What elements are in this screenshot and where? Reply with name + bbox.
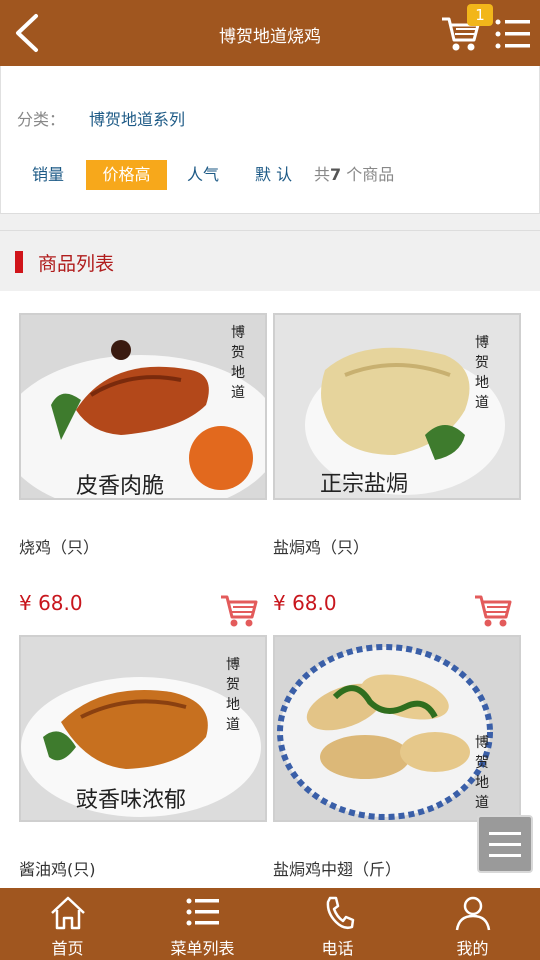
- section-header: 商品列表: [0, 230, 540, 290]
- svg-text:道: 道: [226, 717, 240, 733]
- shopping-cart-icon: [221, 595, 258, 627]
- svg-text:贺: 贺: [475, 355, 489, 371]
- section-marker: [15, 251, 23, 273]
- svg-text:博: 博: [226, 656, 240, 673]
- svg-text:豉香味浓郁: 豉香味浓郁: [76, 788, 186, 813]
- roast-chicken-photo: 博 贺 地 道 皮香肉脆: [21, 315, 265, 498]
- svg-text:博: 博: [231, 324, 245, 341]
- section-title: 商品列表: [38, 253, 115, 275]
- shopping-cart-icon: [475, 595, 512, 627]
- product-name[interactable]: 酱油鸡(只): [19, 856, 96, 880]
- tab-menu-list[interactable]: 菜单列表: [135, 888, 270, 960]
- svg-text:地: 地: [475, 775, 489, 791]
- tab-phone[interactable]: 电话: [270, 888, 405, 960]
- hamburger-icon: [489, 832, 521, 857]
- product-price: ¥ 68.0: [273, 591, 337, 615]
- tab-home[interactable]: 首页: [0, 888, 135, 960]
- bottom-nav: 首页 菜单列表 电话 我的: [0, 888, 540, 960]
- phone-icon: [326, 896, 355, 930]
- add-to-cart-button[interactable]: [473, 593, 515, 629]
- product-name[interactable]: 盐焗鸡中翅（斤）: [273, 856, 401, 880]
- svg-text:道: 道: [231, 385, 245, 401]
- tab-label: 首页: [51, 939, 84, 958]
- category-label: 分类：: [17, 110, 66, 129]
- user-icon: [455, 896, 491, 931]
- svg-text:贺: 贺: [226, 677, 240, 693]
- svg-text:道: 道: [475, 395, 489, 411]
- sort-by-popularity[interactable]: 人气: [187, 160, 219, 190]
- product-name[interactable]: 烧鸡（只）: [19, 534, 99, 558]
- sort-by-sales[interactable]: 销量: [32, 160, 64, 190]
- svg-text:博: 博: [475, 334, 489, 351]
- top-bar: 博贺地道烧鸡 1: [0, 0, 540, 66]
- tab-label: 我的: [456, 939, 489, 958]
- home-icon: [51, 896, 85, 930]
- sort-by-price[interactable]: 价格高: [86, 160, 167, 190]
- list-icon: [186, 898, 219, 926]
- category-link[interactable]: 博贺地道系列: [89, 106, 185, 130]
- product-image[interactable]: 博 贺 地 道: [273, 635, 521, 822]
- add-to-cart-button[interactable]: [219, 593, 261, 629]
- floating-menu-button[interactable]: [477, 815, 533, 873]
- product-list: 博 贺 地 道 皮香肉脆 烧鸡（只） ¥ 68.0 博 贺 地 道 正宗盐焗 盐…: [0, 291, 540, 888]
- soy-sauce-chicken-photo: 博 贺 地 道 豉香味浓郁: [21, 637, 265, 820]
- svg-text:道: 道: [475, 795, 489, 811]
- svg-text:地: 地: [231, 365, 245, 381]
- chicken-wings-photo: 博 贺 地 道: [275, 637, 519, 820]
- svg-text:贺: 贺: [231, 345, 245, 361]
- svg-text:博: 博: [475, 734, 489, 751]
- tab-label: 电话: [321, 939, 354, 958]
- list-menu-icon: [495, 19, 530, 49]
- cart-count-badge: 1: [467, 4, 493, 26]
- svg-text:皮香肉脆: 皮香肉脆: [76, 474, 164, 498]
- tab-label: 菜单列表: [170, 939, 235, 958]
- product-image[interactable]: 博 贺 地 道 皮香肉脆: [19, 313, 267, 500]
- product-image[interactable]: 博 贺 地 道 正宗盐焗: [273, 313, 521, 500]
- svg-text:地: 地: [226, 697, 240, 713]
- product-name[interactable]: 盐焗鸡（只）: [273, 534, 369, 558]
- sort-default[interactable]: 默 认: [255, 160, 292, 190]
- menu-button[interactable]: [494, 16, 532, 52]
- tab-profile[interactable]: 我的: [405, 888, 540, 960]
- product-image[interactable]: 博 贺 地 道 豉香味浓郁: [19, 635, 267, 822]
- salt-baked-chicken-photo: 博 贺 地 道 正宗盐焗: [275, 315, 519, 498]
- svg-text:地: 地: [475, 375, 489, 391]
- svg-text:正宗盐焗: 正宗盐焗: [320, 472, 408, 497]
- product-count: 共7 个商品: [314, 165, 395, 184]
- product-price: ¥ 68.0: [19, 591, 83, 615]
- filter-panel: 分类： 博贺地道系列 销量 价格高 人气 默 认 共7 个商品: [0, 66, 540, 214]
- svg-text:贺: 贺: [475, 755, 489, 771]
